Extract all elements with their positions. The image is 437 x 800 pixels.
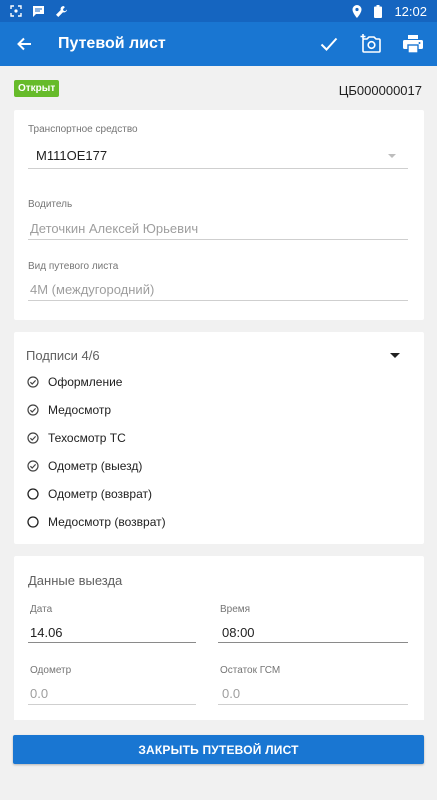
driver-underline <box>28 239 408 240</box>
location-icon <box>352 4 362 18</box>
camera-add-icon[interactable] <box>359 32 383 56</box>
app-bar: Путевой лист <box>0 22 437 66</box>
back-arrow-icon[interactable] <box>12 32 36 56</box>
signature-item: Одометр (возврат) <box>26 484 152 504</box>
document-number: ЦБ000000017 <box>338 83 422 98</box>
signature-item: Одометр (выезд) <box>26 456 142 476</box>
check-circle-icon <box>26 375 40 389</box>
type-field[interactable]: 4М (междугородний) <box>30 282 154 297</box>
battery-icon <box>374 4 383 18</box>
fuel-input[interactable]: 0.0 <box>222 686 240 701</box>
bottom-bar: ЗАКРЫТЬ ПУТЕВОЙ ЛИСТ <box>0 720 437 800</box>
screenshot-icon <box>10 5 22 17</box>
type-label: Вид путевого листа <box>28 261 119 272</box>
check-icon[interactable] <box>317 32 341 56</box>
signature-label: Одометр (выезд) <box>48 459 143 473</box>
fuel-label: Остаток ГСМ <box>220 665 281 676</box>
document-header: Открыт ЦБ000000017 <box>14 80 424 100</box>
signature-item: Медосмотр <box>26 400 111 420</box>
date-label: Дата <box>30 604 53 615</box>
expand-icon[interactable] <box>390 353 400 358</box>
time-field[interactable]: 08:00 <box>222 625 255 640</box>
chevron-down-icon[interactable] <box>388 154 396 158</box>
signatures-title: Подписи 4/6 <box>26 348 100 363</box>
signature-label: Медосмотр <box>48 403 112 417</box>
departure-card: Данные выезда Дата 14.06 Время 08:00 Одо… <box>14 556 424 720</box>
odometer-input[interactable]: 0.0 <box>30 686 48 701</box>
print-icon[interactable] <box>401 32 425 56</box>
type-underline <box>28 300 408 301</box>
signature-label: Одометр (возврат) <box>48 487 153 501</box>
status-bar: 12:02 <box>0 0 437 22</box>
vehicle-label: Транспортное средство <box>28 124 138 135</box>
signature-item: Оформление <box>26 372 122 392</box>
time-label: Время <box>220 604 251 615</box>
content-area: Открыт ЦБ000000017 Транспортное средство… <box>0 66 437 720</box>
page-title: Путевой лист <box>58 35 166 52</box>
odometer-label: Одометр <box>30 665 72 676</box>
status-badge: Открыт <box>14 80 60 97</box>
signatures-card: Подписи 4/6 Оформление Медосмотр Техосмо… <box>14 332 424 544</box>
signature-item: Техосмотр ТС <box>26 428 126 448</box>
vehicle-select[interactable]: М111ОЕ177 <box>36 148 107 163</box>
driver-label: Водитель <box>28 199 73 210</box>
signature-label: Техосмотр ТС <box>48 431 126 445</box>
fuel-underline <box>218 704 408 705</box>
vehicle-card: Транспортное средство М111ОЕ177 Водитель… <box>14 110 424 320</box>
wrench-icon <box>55 5 68 18</box>
empty-circle-icon <box>26 515 40 529</box>
time-underline <box>218 642 408 643</box>
message-icon <box>32 5 45 17</box>
odometer-underline <box>28 704 196 705</box>
close-waybill-button[interactable]: ЗАКРЫТЬ ПУТЕВОЙ ЛИСТ <box>13 735 424 764</box>
departure-title: Данные выезда <box>28 573 123 588</box>
check-circle-icon <box>26 403 40 417</box>
date-underline <box>28 642 196 643</box>
driver-field[interactable]: Деточкин Алексей Юрьевич <box>30 221 198 236</box>
check-circle-icon <box>26 431 40 445</box>
signature-label: Медосмотр (возврат) <box>48 515 166 529</box>
signature-label: Оформление <box>48 375 123 389</box>
check-circle-icon <box>26 459 40 473</box>
signature-item: Медосмотр (возврат) <box>26 512 166 532</box>
empty-circle-icon <box>26 487 40 501</box>
clock-time: 12:02 <box>394 3 427 19</box>
vehicle-underline <box>28 168 408 169</box>
date-field[interactable]: 14.06 <box>30 625 63 640</box>
